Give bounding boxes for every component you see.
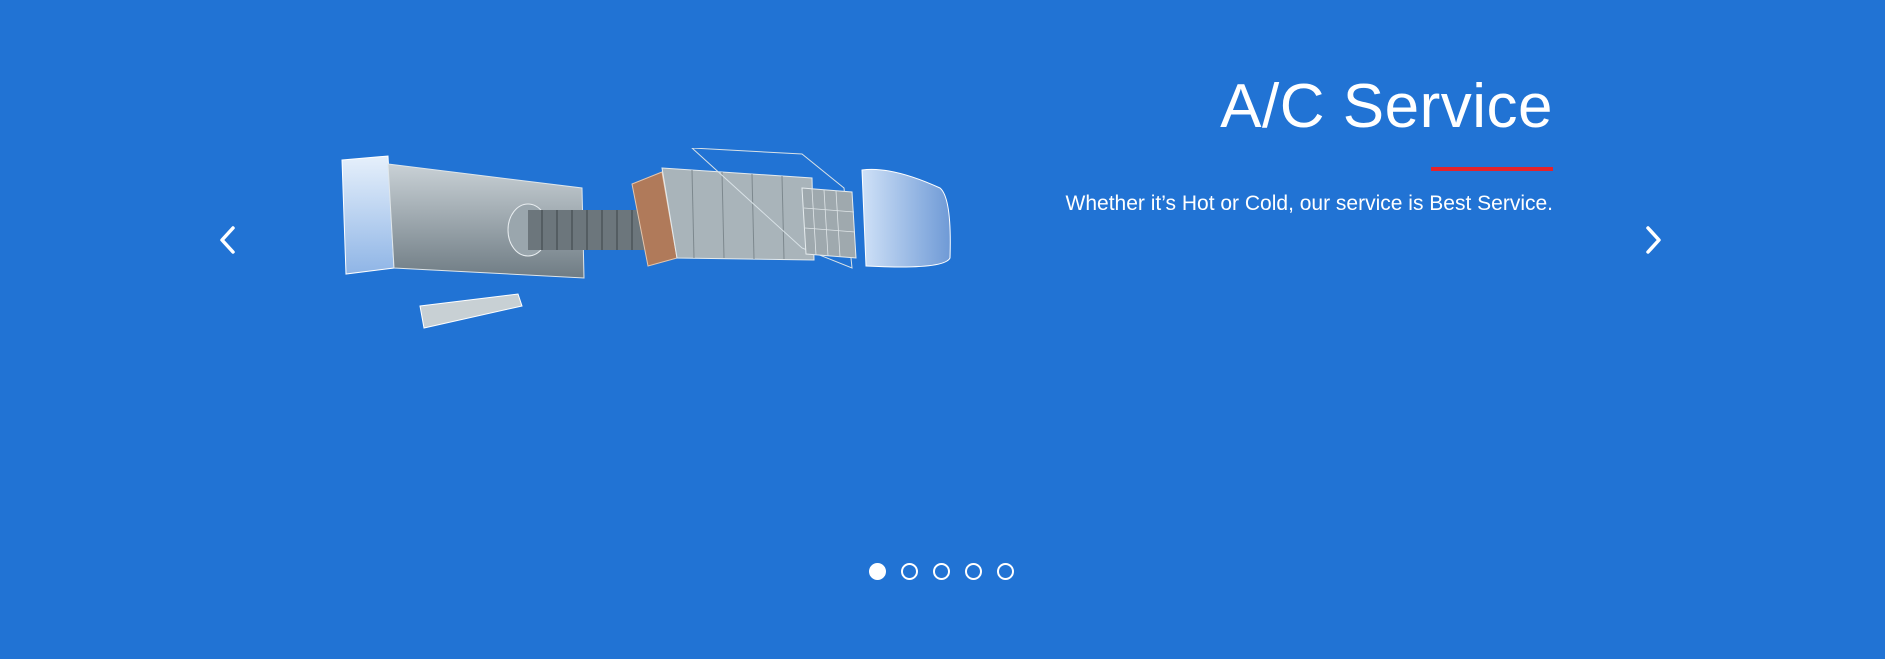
title-underline bbox=[1431, 167, 1553, 171]
slide-indicator-3[interactable] bbox=[933, 563, 950, 580]
hero-slider: A/C Service Whether it’s Hot or Cold, ou… bbox=[0, 0, 1885, 659]
next-slide-button[interactable] bbox=[1634, 222, 1670, 258]
slide-indicator-4[interactable] bbox=[965, 563, 982, 580]
slide-subtitle: Whether it’s Hot or Cold, our service is… bbox=[1065, 192, 1553, 215]
slide-indicator-2[interactable] bbox=[901, 563, 918, 580]
slide-indicator-1[interactable] bbox=[869, 563, 886, 580]
slide-indicator-5[interactable] bbox=[997, 563, 1014, 580]
slide-title: A/C Service bbox=[1220, 72, 1553, 141]
slide-indicators bbox=[869, 563, 1014, 580]
chevron-left-icon bbox=[220, 226, 235, 254]
slide-caption: A/C Service Whether it’s Hot or Cold, ou… bbox=[853, 66, 1553, 217]
previous-slide-button[interactable] bbox=[211, 222, 247, 258]
chevron-right-icon bbox=[1646, 226, 1661, 254]
